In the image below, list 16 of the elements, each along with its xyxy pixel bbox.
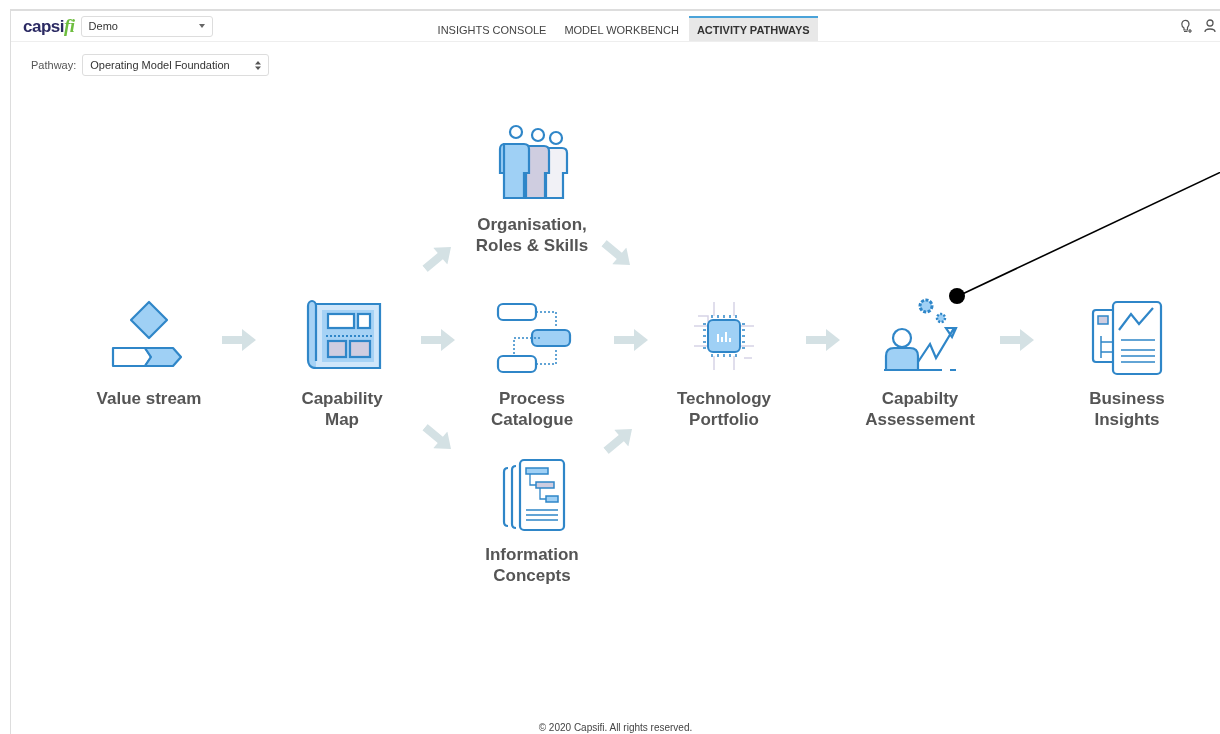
node-label: Organisation, Roles & Skills (475, 214, 589, 256)
node-label: Information Concepts (485, 544, 579, 586)
capsifi-logo: capsifi (23, 15, 75, 37)
project-select[interactable]: Demo (80, 15, 213, 37)
node-label: Technology Portfolio (676, 388, 772, 430)
nav-tab[interactable]: INSIGHTS CONSOLE (429, 16, 555, 41)
node-label: Value stream (96, 388, 202, 409)
node-label: Process Catalogue (490, 388, 574, 430)
node-label: Capabilty Assessement (865, 388, 975, 430)
pathway-label: Pathway: (31, 59, 77, 71)
copyright-text: © 2020 Capsifi. All rights reserved. (537, 722, 694, 734)
node-label: Capability Map (301, 388, 383, 430)
pathway-select[interactable]: Operating Model Foundation (82, 54, 270, 76)
node-label: Business Insights (1089, 388, 1165, 430)
nav-tab[interactable]: ACTIVITY PATHWAYS (688, 16, 818, 41)
nav-tab[interactable]: MODEL WORKBENCH (556, 16, 687, 41)
